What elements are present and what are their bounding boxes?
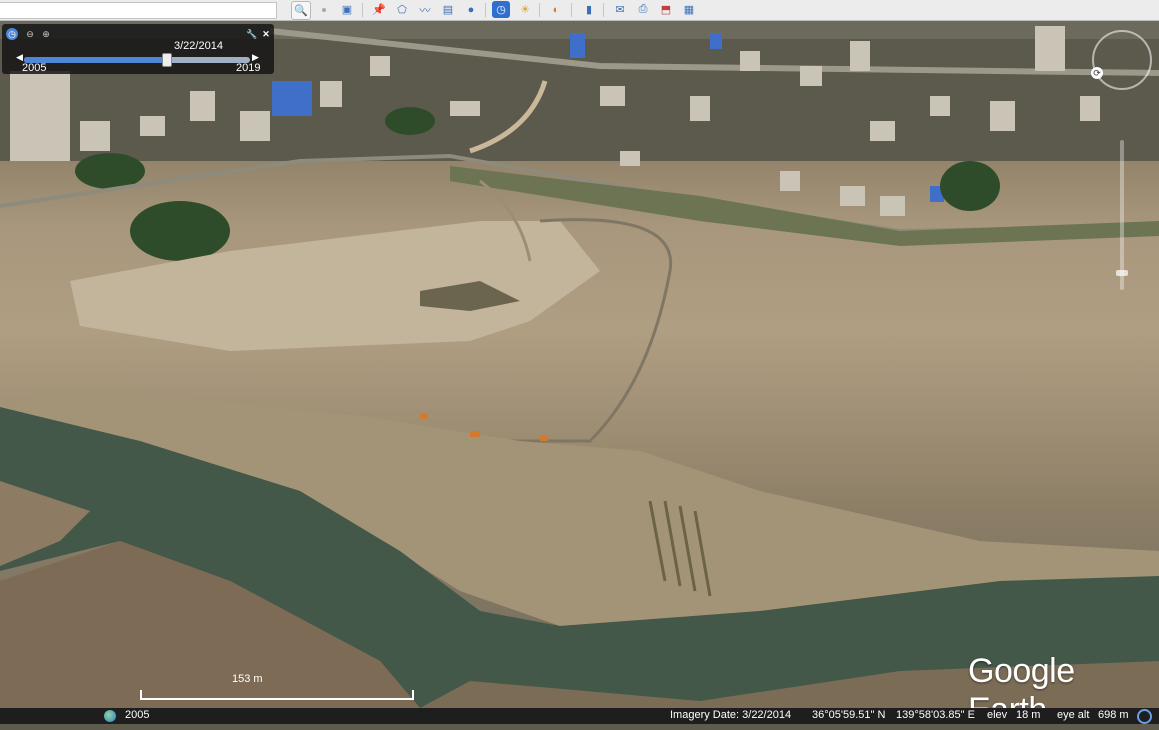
sidebar-icon[interactable]: ▣ [338, 1, 356, 18]
eye-alt-value: 698 m [1098, 709, 1129, 721]
imagery-date: Imagery Date: 3/22/2014 [670, 709, 792, 721]
latitude: 36°05'59.51" N [812, 709, 886, 721]
longitude: 139°58'03.85" E [896, 709, 975, 721]
eye-alt-label: eye alt [1057, 709, 1090, 721]
navigation-compass[interactable] [1092, 30, 1152, 90]
historical-imagery-timeline: ◷ ⊖ ⊕ 🔧 ✕ 3/22/2014 ◀ ▶ 2005 2019 [2, 24, 274, 74]
satellite-imagery [0, 21, 1159, 708]
ruler-icon[interactable]: ▮ [580, 1, 598, 18]
toolbar-separator [362, 3, 363, 17]
toolbar-separator [603, 3, 604, 17]
historical-imagery-icon[interactable]: ◷ [492, 1, 510, 18]
map-viewport[interactable] [0, 21, 1159, 708]
timeline-start-year: 2005 [22, 62, 47, 74]
zoom-in-icon[interactable]: ⊕ [40, 28, 52, 40]
timeline-track[interactable] [24, 53, 250, 67]
scale-bar [140, 690, 414, 700]
timeline-slider-thumb[interactable] [162, 53, 173, 67]
view-in-maps-icon[interactable]: ▦ [680, 1, 698, 18]
tour-globe-icon[interactable] [104, 710, 116, 722]
planets-icon[interactable]: ◐ [547, 1, 565, 18]
zoom-slider-knob[interactable] [1116, 270, 1128, 276]
zoom-slider[interactable] [1120, 140, 1124, 290]
polygon-icon[interactable]: ⬠ [393, 1, 411, 18]
placemark-icon[interactable]: 📌 [370, 1, 388, 18]
elev-label: elev [987, 709, 1008, 721]
close-icon[interactable]: ✕ [260, 28, 272, 40]
search-input[interactable] [0, 2, 277, 19]
magnifier-icon[interactable]: 🔍 [291, 1, 311, 20]
rotate-icon[interactable]: ⟳ [1091, 67, 1103, 79]
image-overlay-icon[interactable]: ▤ [439, 1, 457, 18]
path-icon[interactable]: 〰 [416, 1, 434, 18]
timeline-end-year: 2019 [236, 62, 261, 74]
tour-year: 2005 [125, 709, 150, 721]
separator-dot [322, 8, 326, 12]
email-icon[interactable]: ✉ [611, 1, 629, 18]
scale-label: 153 m [232, 673, 263, 685]
save-image-icon[interactable]: ⬒ [657, 1, 675, 18]
loading-spinner-icon [1137, 709, 1152, 724]
timeline-current-date: 3/22/2014 [174, 40, 223, 52]
status-bar: 2005 Imagery Date: 3/22/2014 36°05'59.51… [0, 708, 1159, 724]
zoom-out-icon[interactable]: ⊖ [24, 28, 36, 40]
elev-value: 18 m [1016, 709, 1041, 721]
print-icon[interactable]: ⎙ [634, 1, 652, 18]
sunlight-icon[interactable]: ☀ [516, 1, 534, 18]
toolbar-separator [539, 3, 540, 17]
wrench-icon[interactable]: 🔧 [246, 28, 258, 40]
toolbar-separator [485, 3, 486, 17]
clock-icon[interactable]: ◷ [6, 28, 18, 40]
toolbar-separator [571, 3, 572, 17]
toolbar: 🔍 ▣ 📌 ⬠ 〰 ▤ ● ◷ ☀ ◐ ▮ ✉ ⎙ ⬒ ▦ [0, 0, 1159, 21]
record-tour-icon[interactable]: ● [462, 1, 480, 18]
